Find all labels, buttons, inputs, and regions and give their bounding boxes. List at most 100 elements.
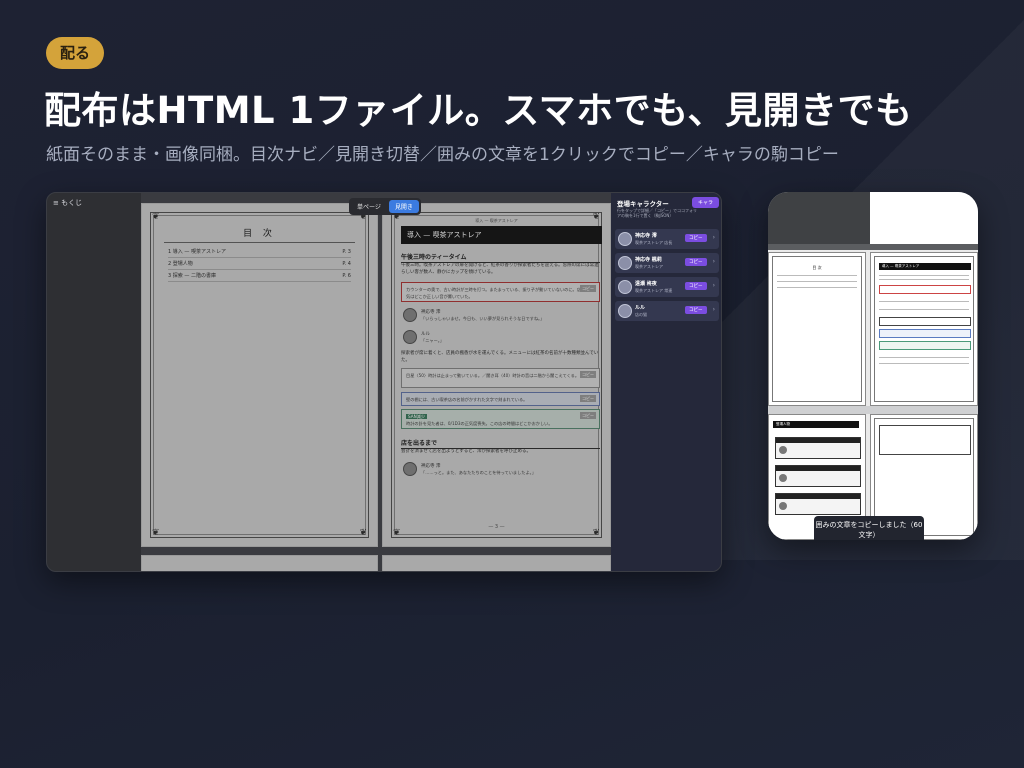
text-line <box>879 309 969 310</box>
toc-line <box>777 281 857 282</box>
phone-toc-page[interactable]: 目 次 <box>768 252 866 406</box>
copyable-box[interactable]: 壁の棚には、古い喫茶店の名前がかすれた文字で刻まれている。 コピー <box>401 392 600 406</box>
avatar <box>779 474 787 482</box>
section-badge: 配る <box>46 37 105 69</box>
next-page-right <box>382 555 611 571</box>
toc-line <box>777 287 857 288</box>
toc-toggle-button[interactable]: ≡ もくじ <box>53 198 82 208</box>
avatar <box>779 446 787 454</box>
copy-piece-button[interactable]: コピー <box>685 282 707 290</box>
character-name: 神応寺 楓莉 <box>635 257 662 263</box>
avatar <box>618 304 632 318</box>
phone-character-card[interactable] <box>775 465 861 487</box>
speaker-line: 神応寺 澪 「いらっしゃいませ。今日も、いい夢が見られそうな日ですね。」 <box>403 308 600 326</box>
speaker-text: 「ニャー。」 <box>421 338 444 343</box>
divider <box>164 242 355 243</box>
desktop-viewer-window: ≡ もくじ ❦ ❦ ❦ ❦ 目 次 1 導入 — 喫茶アストレア P. 3 2 … <box>46 192 722 572</box>
avatar <box>403 462 417 476</box>
phone-top-area <box>768 192 870 248</box>
character-role: 喫茶アストレア <box>635 264 663 269</box>
copyable-box[interactable]: カウンターの奥で、古い時計が三時を打つ。またまっている、振り子が動いていないのに… <box>401 282 600 302</box>
paragraph: 会計を済ませて店を出ようとすると、澪が探索者を呼び止める。 <box>401 449 532 454</box>
page-shade <box>142 556 377 571</box>
chevron-right-icon[interactable]: › <box>713 234 715 241</box>
copy-piece-button[interactable]: コピー <box>685 234 707 242</box>
speaker-text: 「……っと。また、あなたたちのことを待っていましたよ。」 <box>421 470 536 475</box>
text-line <box>879 279 969 280</box>
avatar <box>618 280 632 294</box>
copy-piece-button[interactable]: コピー <box>685 306 707 314</box>
story-page: ❦ ❦ ❦ ❦ 導入 — 喫茶アストレア 導入 — 喫茶アストレア 午後三時のテ… <box>382 203 611 547</box>
speaker-name: ルル <box>421 332 430 337</box>
page-frame <box>772 256 862 402</box>
character-toggle-button[interactable]: キャラ <box>691 197 719 208</box>
chevron-right-icon[interactable]: › <box>713 306 715 313</box>
box-tag: SAN減少 <box>406 414 428 419</box>
avatar <box>403 330 417 344</box>
phone-viewer: 目 次 導入 — 喫茶アストレア 登場人物 囲みの文章をコピーしました（60文字… <box>768 192 978 540</box>
phone-char-title: 登場人物 <box>773 421 859 428</box>
phone-story-page[interactable]: 導入 — 喫茶アストレア <box>870 252 978 406</box>
box-text: 目星〈50〉時計は止まって動いている。／聞き耳〈40〉時計の音は二階から聞こえて… <box>406 373 580 378</box>
character-card[interactable]: ルル 店の猫 コピー › <box>615 301 719 321</box>
toc-line <box>777 275 857 276</box>
toc-page: ❦ ❦ ❦ ❦ 目 次 1 導入 — 喫茶アストレア P. 3 2 登場人物 P… <box>141 203 378 547</box>
feature-list: 紙面そのまま・画像同梱。目次ナビ／見開き切替／囲みの文章を1クリックでコピー／キ… <box>46 145 839 165</box>
box-text: カウンターの奥で、古い時計が三時を打つ。またまっている、振り子が動いていないのに… <box>406 287 594 299</box>
copyable-box[interactable] <box>879 317 971 326</box>
copyable-box[interactable]: 目星〈50〉時計は止まって動いている。／聞き耳〈40〉時計の音は二階から聞こえて… <box>401 368 600 388</box>
toc-item-label: 1 導入 — 喫茶アストレア <box>168 249 226 255</box>
spread-button[interactable]: 見開き <box>388 200 419 213</box>
toc-item-page: P. 4 <box>342 261 351 267</box>
chevron-right-icon[interactable]: › <box>713 282 715 289</box>
paragraph: 探索者が席に着くと、店員の楓香が水を運んでくる。メニューには紅茶の名前が十数種類… <box>401 351 599 363</box>
character-card[interactable]: 神応寺 澪 喫茶アストレア 店長 コピー › <box>615 229 719 249</box>
single-page-button[interactable]: 単ページ <box>351 200 387 213</box>
character-name: 神応寺 澪 <box>635 233 657 239</box>
phone-character-card[interactable] <box>775 437 861 459</box>
phone-toc-title: 目 次 <box>812 265 822 270</box>
copy-button[interactable]: コピー <box>580 395 596 402</box>
copyable-box[interactable]: SAN減少 時計の針を見た者は、0/1D3の正気度喪失。この店の時間はどこかおか… <box>401 409 600 429</box>
text-line <box>879 275 969 276</box>
toc-item[interactable]: 1 導入 — 喫茶アストレア P. 3 <box>168 246 351 258</box>
copyable-box[interactable] <box>879 285 971 294</box>
copyable-box[interactable] <box>879 329 971 338</box>
speaker-line: ルル 「ニャー。」 <box>403 330 600 348</box>
copy-button[interactable]: コピー <box>580 285 596 292</box>
copyable-box[interactable] <box>879 341 971 350</box>
avatar <box>618 232 632 246</box>
card-header <box>776 494 860 499</box>
toc-item[interactable]: 3 探索 — 二階の書庫 P. 6 <box>168 270 351 282</box>
avatar <box>779 502 787 510</box>
phone-divider <box>768 244 978 250</box>
toc-item-label: 3 探索 — 二階の書庫 <box>168 273 216 279</box>
toc-item[interactable]: 2 登場人物 P. 4 <box>168 258 351 270</box>
copy-button[interactable]: コピー <box>580 412 596 419</box>
paragraph: 午後三時。喫茶アストレアの扉を開けると、紅茶の香りが探索者たちを迎える。窓際の席… <box>401 263 599 275</box>
page-shade <box>383 556 610 571</box>
character-role: 喫茶アストレア 常連 <box>635 288 673 293</box>
character-card[interactable]: 神応寺 楓莉 喫茶アストレア コピー › <box>615 253 719 273</box>
phone-page-top <box>870 192 978 244</box>
copy-piece-button[interactable]: コピー <box>685 258 707 266</box>
card-header <box>776 438 860 443</box>
chevron-right-icon[interactable]: › <box>713 258 715 265</box>
avatar <box>618 256 632 270</box>
text-line <box>879 357 969 358</box>
phone-character-card[interactable] <box>775 493 861 515</box>
toc-item-label: 2 登場人物 <box>168 261 193 267</box>
section-title: 導入 — 喫茶アストレア <box>401 226 602 244</box>
speaker-text: 「いらっしゃいませ。今日も、いい夢が見られそうな日ですね。」 <box>421 316 545 321</box>
text-line <box>879 363 969 364</box>
phone-page-gap <box>768 406 978 414</box>
character-box[interactable] <box>879 425 971 455</box>
speaker-name: 神応寺 澪 <box>421 310 441 315</box>
view-mode-toggle: 単ページ 見開き <box>349 198 421 215</box>
spread-viewer[interactable]: ❦ ❦ ❦ ❦ 目 次 1 導入 — 喫茶アストレア P. 3 2 登場人物 P… <box>141 193 611 571</box>
ornament-icon: ❦ <box>359 528 367 538</box>
toc-item-page: P. 6 <box>342 273 351 279</box>
copy-button[interactable]: コピー <box>580 371 596 378</box>
character-name: ルル <box>635 305 646 311</box>
character-card[interactable]: 遠瀬 柊夜 喫茶アストレア 常連 コピー › <box>615 277 719 297</box>
